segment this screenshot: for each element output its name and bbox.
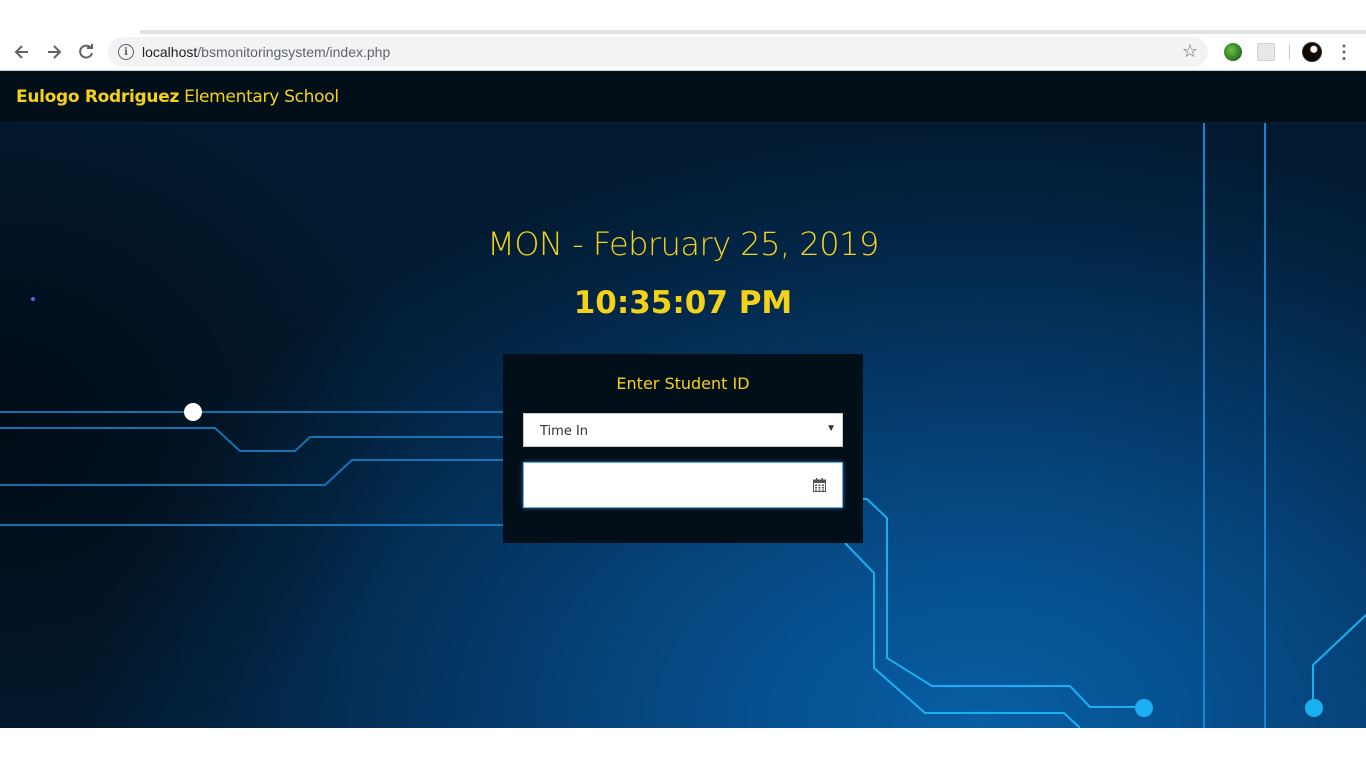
forward-arrow-icon[interactable] — [42, 40, 66, 64]
menu-dots-icon[interactable]: ⋮ — [1335, 40, 1353, 64]
extension-icon[interactable] — [1257, 43, 1275, 61]
page-bottom — [0, 728, 1366, 768]
student-id-input[interactable] — [524, 463, 804, 507]
time-mode-value: Time In — [540, 424, 589, 439]
panel-title: Enter Student ID — [616, 374, 750, 393]
reload-icon[interactable] — [74, 40, 98, 64]
caret-down-icon: ▼ — [826, 423, 836, 434]
time-mode-select[interactable]: Time In ▼ — [523, 413, 843, 447]
student-id-panel: Enter Student ID Time In ▼ — [503, 354, 863, 543]
url-path: /bsmonitoringsystem/index.php — [197, 44, 391, 60]
toolbar-separator — [1289, 44, 1290, 60]
student-id-field[interactable] — [523, 462, 843, 508]
calendar-icon — [813, 478, 826, 492]
circuit-node-cyan — [1305, 699, 1323, 717]
extension-globe-icon[interactable] — [1224, 43, 1242, 61]
back-arrow-icon[interactable] — [10, 40, 34, 64]
current-time: 10:35:07 PM — [573, 285, 793, 321]
brand-link[interactable]: Eulogo Rodriguez Elementary School — [16, 87, 339, 107]
avatar[interactable] — [1302, 42, 1322, 62]
brand-bold: Eulogo Rodriguez — [16, 87, 180, 107]
url-host: localhost — [142, 44, 198, 60]
address-bar[interactable]: i localhost/bsmonitoringsystem/index.php… — [108, 37, 1208, 67]
circuit-node-cyan — [1135, 699, 1153, 717]
browser-toolbar: i localhost/bsmonitoringsystem/index.php… — [0, 34, 1366, 71]
info-icon[interactable]: i — [118, 44, 134, 60]
brand-rest: Elementary School — [179, 87, 339, 107]
current-date: MON - February 25, 2019 — [487, 225, 879, 263]
hero-section: MON - February 25, 2019 10:35:07 PM Ente… — [0, 123, 1366, 728]
circuit-node-white — [184, 403, 202, 421]
star-icon[interactable]: ☆ — [1182, 41, 1198, 62]
site-navbar: Eulogo Rodriguez Elementary School — [0, 71, 1366, 123]
browser-tabstrip — [0, 0, 1366, 34]
url-text[interactable]: localhost/bsmonitoringsystem/index.php — [142, 44, 390, 60]
